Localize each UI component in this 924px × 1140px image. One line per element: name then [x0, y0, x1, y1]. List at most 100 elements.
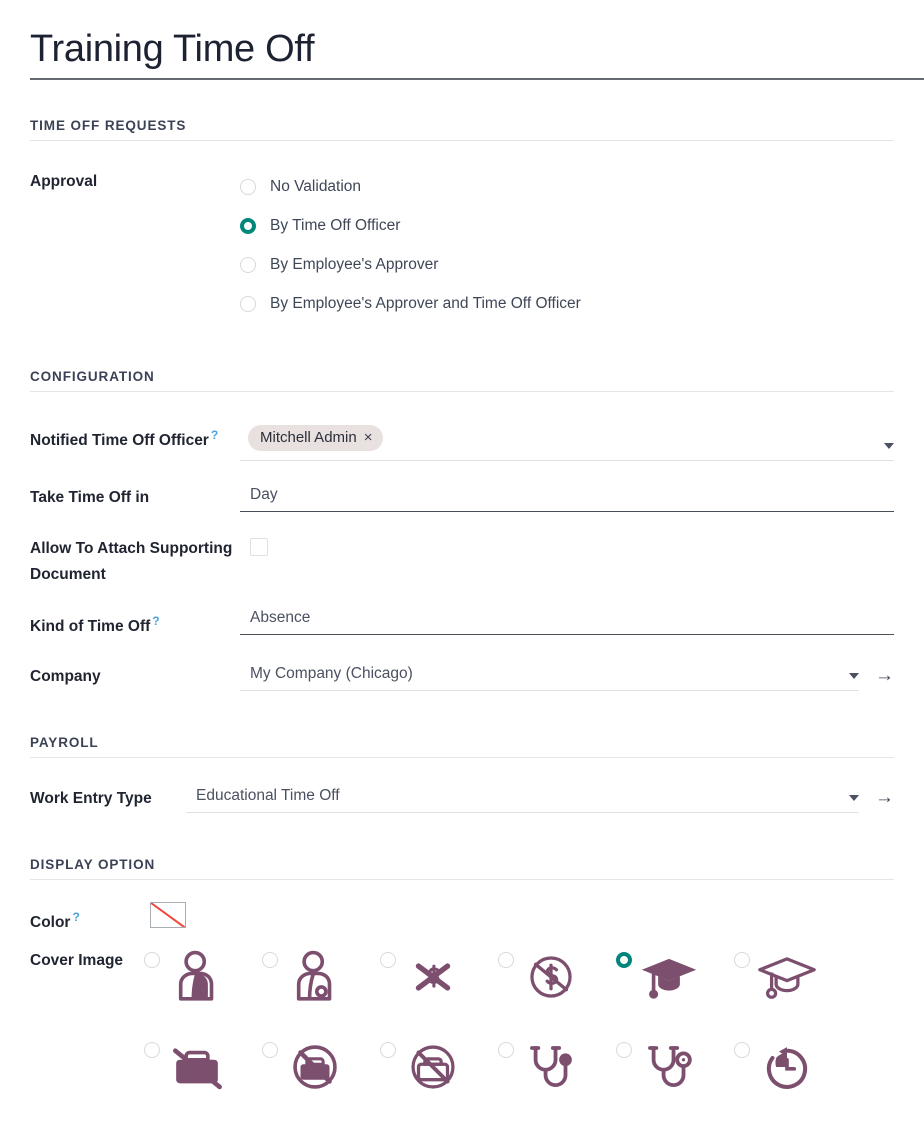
allow-attach-checkbox[interactable]	[250, 538, 268, 556]
cover-option-no-briefcase-circle-outline[interactable]	[380, 1036, 498, 1126]
notified-officer-label: Notified Time Off Officer?	[30, 420, 240, 454]
cover-option-no-money-circle[interactable]	[498, 946, 616, 1036]
cover-option-person-arm-sling-filled[interactable]	[144, 946, 262, 1036]
radio-icon[interactable]	[262, 1042, 278, 1059]
cover-option-clock-rotate-back[interactable]	[734, 1036, 852, 1126]
cover-option-money-crossed-out[interactable]	[380, 946, 498, 1036]
section-payroll: PAYROLL	[30, 735, 894, 759]
kind-of-time-off-field: Absence	[240, 606, 894, 635]
help-icon[interactable]: ?	[211, 428, 218, 442]
briefcase-slash-filled-icon	[166, 1036, 228, 1098]
radio-icon[interactable]	[498, 1042, 514, 1059]
approval-label: Approval	[30, 173, 98, 190]
no-briefcase-circle-filled-icon	[284, 1036, 346, 1098]
kind-of-time-off-value[interactable]: Absence	[240, 606, 894, 634]
approval-option-no-validation[interactable]: No Validation	[240, 167, 894, 206]
take-time-off-in-value[interactable]: Day	[240, 483, 894, 511]
section-divider	[30, 757, 894, 759]
notified-officer-field: Mitchell Admin ×	[240, 420, 894, 461]
cover-option-briefcase-slash-filled[interactable]	[144, 1036, 262, 1126]
radio-icon[interactable]	[380, 1042, 396, 1059]
cover-option-person-arm-sling-outline[interactable]	[262, 946, 380, 1036]
person-arm-sling-outline-icon	[284, 946, 346, 1008]
radio-icon[interactable]	[734, 1042, 750, 1059]
work-entry-type-row: Work Entry Type Educational Time Off →	[30, 784, 894, 814]
radio-icon[interactable]	[240, 178, 256, 195]
radio-icon[interactable]	[498, 952, 514, 969]
cover-option-stethoscope-outline[interactable]	[616, 1036, 734, 1126]
radio-icon[interactable]	[380, 952, 396, 969]
stethoscope-outline-icon	[638, 1036, 700, 1098]
radio-icon[interactable]	[144, 1042, 160, 1059]
section-divider	[30, 391, 894, 392]
take-time-off-in-select[interactable]: Day	[240, 483, 894, 512]
section-title-requests: TIME OFF REQUESTS	[30, 118, 187, 133]
approval-option-label: By Time Off Officer	[270, 216, 401, 234]
cover-option-no-briefcase-circle-filled[interactable]	[262, 1036, 380, 1126]
cover-option-graduation-cap-filled[interactable]	[616, 946, 734, 1036]
allow-attach-label: Allow To Attach Supporting Document	[30, 540, 233, 583]
clock-rotate-back-icon	[756, 1036, 818, 1098]
allow-attach-row: Allow To Attach Supporting Document	[30, 534, 894, 588]
company-input[interactable]: My Company (Chicago)	[240, 662, 859, 692]
take-time-off-in-label: Take Time Off in	[30, 489, 150, 506]
color-swatch[interactable]	[150, 902, 186, 929]
section-divider	[30, 140, 894, 141]
approval-option-label: No Validation	[270, 177, 362, 195]
section-divider	[30, 879, 894, 881]
radio-icon[interactable]	[616, 1042, 632, 1059]
chevron-down-icon[interactable]	[884, 443, 894, 449]
work-entry-type-value[interactable]: Educational Time Off	[186, 784, 843, 812]
section-time-off-requests: TIME OFF REQUESTS	[30, 118, 894, 141]
money-crossed-out-icon	[402, 946, 464, 1008]
cover-image-field	[140, 946, 894, 1126]
title-underline	[30, 78, 924, 80]
kind-of-time-off-label: Kind of Time Off?	[30, 606, 240, 640]
radio-icon[interactable]	[616, 952, 632, 969]
approval-option-label: By Employee's Approver	[270, 255, 439, 273]
cover-image-row: Cover Image	[30, 946, 894, 1126]
tag-label: Mitchell Admin	[260, 429, 357, 446]
color-field	[140, 902, 894, 929]
form-sheet: Training Time Off TIME OFF REQUESTS Appr…	[0, 0, 924, 1140]
cover-option-stethoscope-filled[interactable]	[498, 1036, 616, 1126]
no-briefcase-circle-outline-icon	[402, 1036, 464, 1098]
radio-icon[interactable]	[734, 952, 750, 969]
approval-radio-group: No Validation By Time Off Officer By Emp…	[240, 167, 894, 323]
work-entry-type-field: Educational Time Off →	[186, 784, 894, 814]
kind-of-time-off-row: Kind of Time Off? Absence	[30, 606, 894, 640]
approval-option-by-time-off-officer[interactable]: By Time Off Officer	[240, 206, 894, 245]
allow-attach-field	[240, 534, 894, 556]
section-display-option: DISPLAY OPTION	[30, 857, 894, 881]
graduation-cap-filled-icon	[638, 946, 700, 1008]
internal-link-arrow-icon[interactable]: →	[875, 666, 894, 685]
page-title[interactable]: Training Time Off	[30, 26, 894, 78]
section-title-display-option: DISPLAY OPTION	[30, 857, 156, 873]
kind-of-time-off-select[interactable]: Absence	[240, 606, 894, 635]
radio-icon[interactable]	[240, 217, 256, 234]
company-value[interactable]: My Company (Chicago)	[240, 662, 843, 690]
section-configuration: CONFIGURATION	[30, 369, 894, 392]
help-icon[interactable]: ?	[72, 910, 79, 924]
notified-officer-input[interactable]: Mitchell Admin ×	[240, 420, 894, 461]
approval-option-by-approver-and-officer[interactable]: By Employee's Approver and Time Off Offi…	[240, 284, 894, 323]
close-icon[interactable]: ×	[364, 429, 373, 446]
section-title-payroll: PAYROLL	[30, 735, 99, 751]
radio-icon[interactable]	[240, 256, 256, 273]
kind-of-time-off-label-text: Kind of Time Off	[30, 618, 151, 636]
radio-icon[interactable]	[240, 295, 256, 312]
work-entry-type-input[interactable]: Educational Time Off	[186, 784, 859, 814]
section-title-configuration: CONFIGURATION	[30, 369, 155, 384]
radio-icon[interactable]	[144, 952, 160, 969]
chevron-down-icon[interactable]	[849, 795, 859, 802]
help-icon[interactable]: ?	[152, 614, 159, 628]
cover-image-label: Cover Image	[30, 952, 124, 970]
notified-officer-row: Notified Time Off Officer? Mitchell Admi…	[30, 420, 894, 461]
chevron-down-icon[interactable]	[849, 673, 859, 680]
cover-option-graduation-cap-outline[interactable]	[734, 946, 852, 1036]
radio-icon[interactable]	[262, 952, 278, 969]
no-money-circle-icon	[520, 946, 582, 1008]
internal-link-arrow-icon[interactable]: →	[875, 788, 894, 807]
tag-mitchell-admin[interactable]: Mitchell Admin ×	[248, 425, 384, 451]
approval-option-by-employees-approver[interactable]: By Employee's Approver	[240, 245, 894, 284]
